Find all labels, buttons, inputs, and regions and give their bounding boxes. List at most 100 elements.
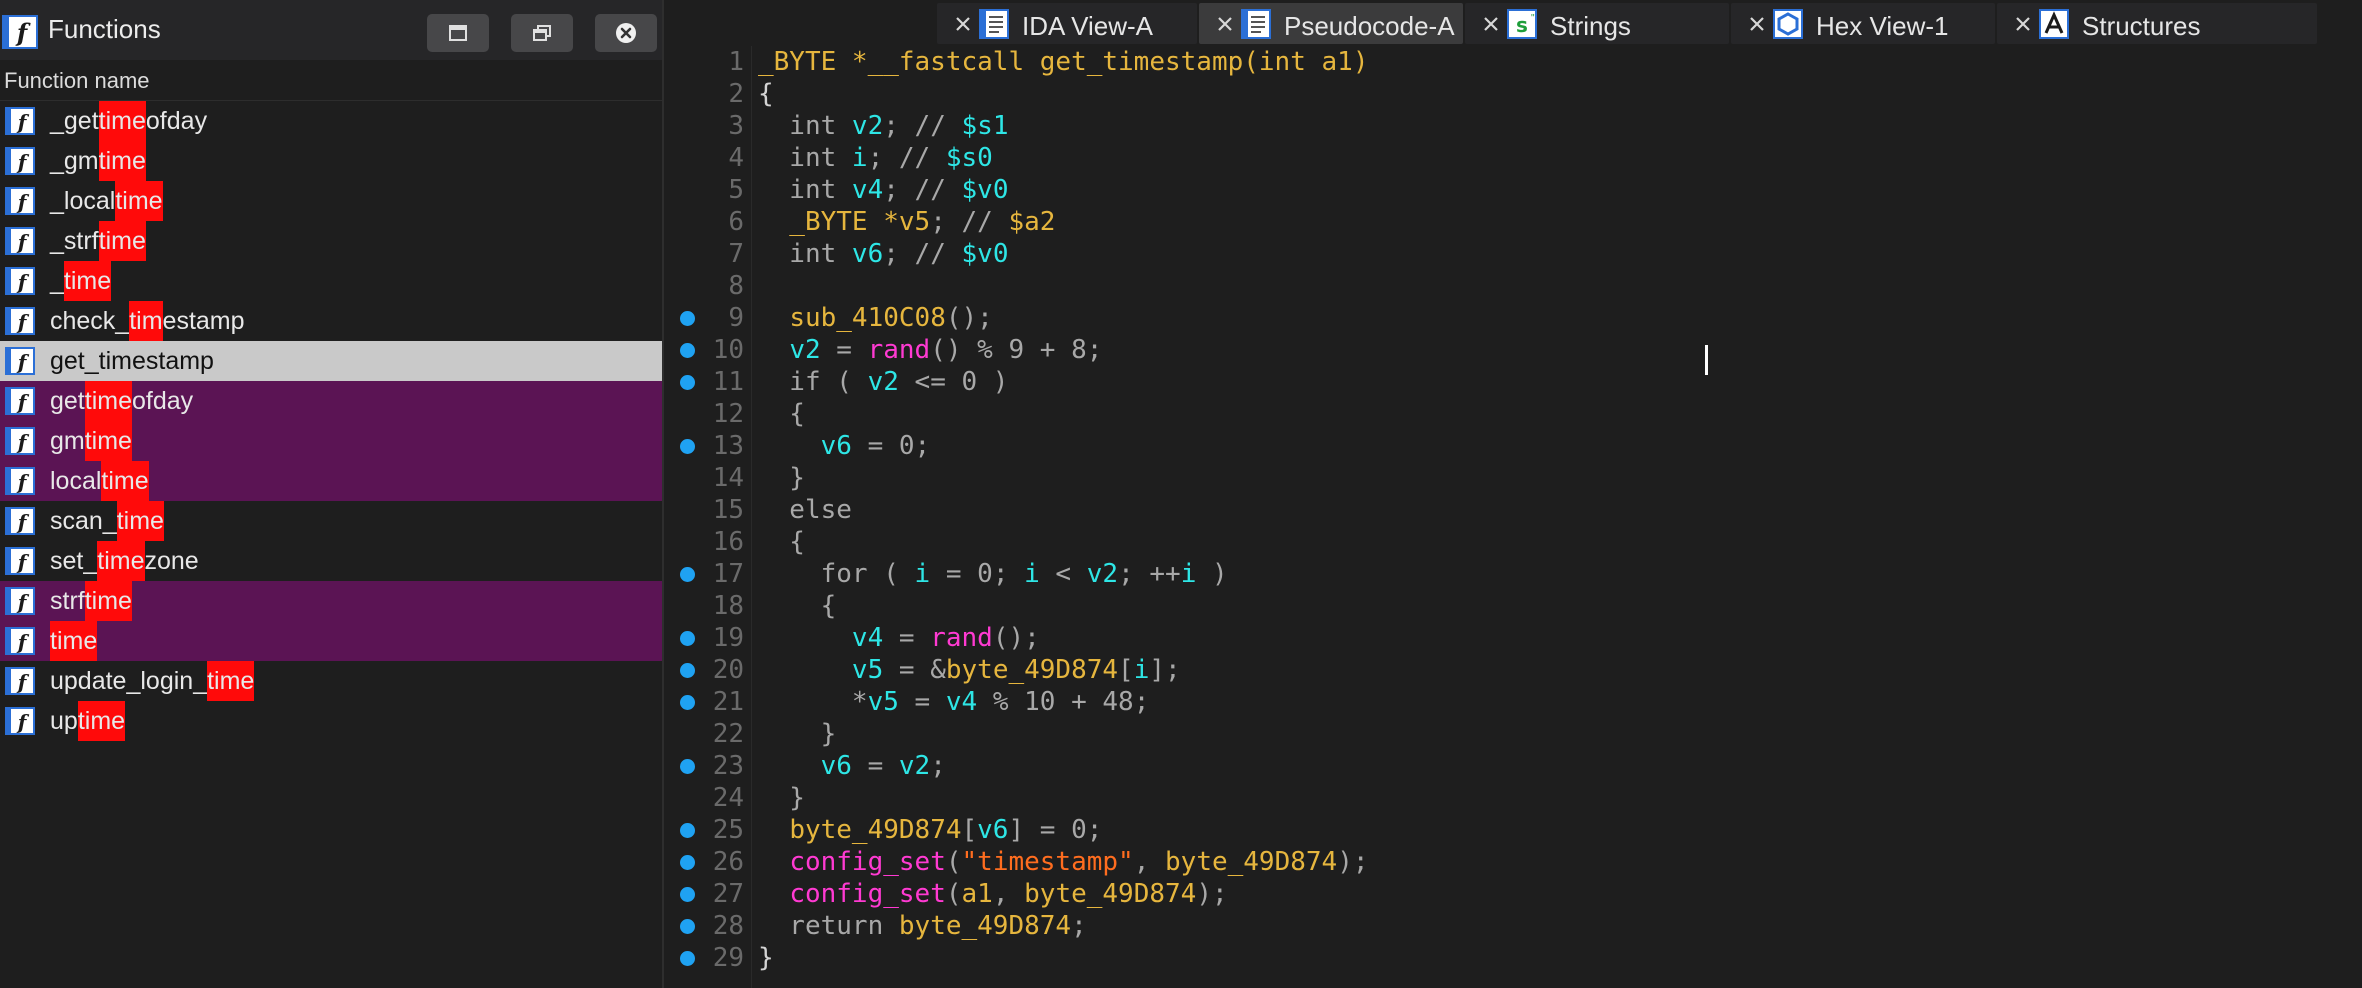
code-line[interactable]: 1 _BYTE *__fastcall get_timestamp(int a1) — [664, 46, 2362, 78]
search-match-highlight: time — [116, 501, 164, 541]
code-line[interactable]: 6 _BYTE *v5; // $a2 — [664, 206, 2362, 238]
function-row[interactable]: f time — [0, 621, 662, 661]
function-icon: f — [5, 427, 35, 460]
line-number: 18 — [712, 591, 744, 621]
code-line[interactable]: 7 int v6; // $v0 — [664, 238, 2362, 270]
column-header-function-name[interactable]: Function name — [0, 62, 662, 101]
code-line[interactable]: 5 int v4; // $v0 — [664, 174, 2362, 206]
code-line[interactable]: 16 { — [664, 526, 2362, 558]
function-row[interactable]: f gm time — [0, 421, 662, 461]
tab-structures[interactable]: Structures — [1997, 3, 2317, 44]
function-name: get_timestamp — [50, 341, 214, 381]
code-line[interactable]: 23 v6 = v2; — [664, 750, 2362, 782]
code-line[interactable]: 29} — [664, 942, 2362, 974]
code-line[interactable]: 3 int v2; // $s1 — [664, 110, 2362, 142]
code-line[interactable]: 26 config_set("timestamp", byte_49D874); — [664, 846, 2362, 878]
tab-close-button[interactable] — [2015, 16, 2031, 37]
function-icon: f — [5, 307, 35, 340]
code-line[interactable]: 17 for ( i = 0; i < v2; ++i ) — [664, 558, 2362, 590]
tab-ida-view-a[interactable]: IDA View-A — [937, 3, 1197, 44]
code-token: } — [758, 719, 837, 749]
line-number: 27 — [712, 879, 744, 909]
tab-hex-view-1[interactable]: Hex View-1 — [1731, 3, 1995, 44]
code-line[interactable]: 12 { — [664, 398, 2362, 430]
code-token: v4 — [851, 623, 884, 653]
line-number: 23 — [712, 751, 744, 781]
code-line[interactable]: 21 *v5 = v4 % 10 + 48; — [664, 686, 2362, 718]
code-line[interactable]: 4 int i; // $s0 — [664, 142, 2362, 174]
restore-icon — [533, 25, 551, 41]
maximize-button[interactable] — [427, 14, 489, 52]
pseudocode-view[interactable]: 1 _BYTE *__fastcall get_timestamp(int a1)… — [664, 46, 2362, 988]
function-row[interactable]: f _ time — [0, 261, 662, 301]
code-line[interactable]: 20 v5 = &byte_49D874[i]; — [664, 654, 2362, 686]
function-name-text: gm — [50, 427, 85, 455]
code-token: int — [758, 143, 852, 173]
code-line[interactable]: 28 return byte_49D874; — [664, 910, 2362, 942]
code-line[interactable]: 14 } — [664, 462, 2362, 494]
function-row[interactable]: f _local time — [0, 181, 662, 221]
code-token: v6 — [977, 815, 1009, 845]
code-token: ; — [1071, 911, 1087, 941]
tab-close-button[interactable] — [1217, 16, 1233, 37]
code-token: v6 — [851, 239, 884, 269]
function-row[interactable]: f strf time — [0, 581, 662, 621]
svg-text:": " — [1531, 13, 1535, 24]
close-panel-button[interactable] — [595, 14, 657, 52]
line-number: 17 — [712, 559, 744, 589]
code-line[interactable]: 25 byte_49D874[v6] = 0; — [664, 814, 2362, 846]
code-line[interactable]: 15 else — [664, 494, 2362, 526]
function-row[interactable]: f _strf time — [0, 221, 662, 261]
function-row[interactable]: f up time — [0, 701, 662, 741]
function-name-text: get_timestamp — [50, 347, 214, 375]
tab-label: Pseudocode-A — [1284, 11, 1455, 41]
code-line[interactable]: 10 v2 = rand() % 9 + 8; — [664, 334, 2362, 366]
tab-strings[interactable]: s " Strings — [1465, 3, 1729, 44]
code-token: } — [758, 943, 774, 973]
code-text: { — [758, 590, 837, 622]
function-row[interactable]: f set_ time zone — [0, 541, 662, 581]
line-number: 2 — [728, 79, 744, 109]
function-name-text: local — [50, 467, 102, 495]
tab-label: Structures — [2082, 11, 2201, 41]
function-row[interactable]: f _get time ofday — [0, 101, 662, 141]
code-line[interactable]: 19 v4 = rand(); — [664, 622, 2362, 654]
code-line[interactable]: 22 } — [664, 718, 2362, 750]
function-name-text: estamp — [162, 307, 245, 335]
line-number: 26 — [712, 847, 744, 877]
code-token: rand — [930, 623, 993, 653]
function-row[interactable]: f local time — [0, 461, 662, 501]
function-row[interactable]: f get_timestamp — [0, 341, 662, 381]
tab-close-button[interactable] — [955, 16, 971, 37]
code-line[interactable]: 9 sub_410C08(); — [664, 302, 2362, 334]
code-text: } — [758, 462, 805, 494]
function-row[interactable]: f get time ofday — [0, 381, 662, 421]
line-number: 9 — [728, 303, 744, 333]
search-match-highlight: time — [84, 381, 132, 421]
code-line[interactable]: 18 { — [664, 590, 2362, 622]
code-token: ; — [930, 751, 946, 781]
code-line[interactable]: 24 } — [664, 782, 2362, 814]
code-token: for ( — [758, 559, 915, 589]
code-line[interactable]: 11 if ( v2 <= 0 ) — [664, 366, 2362, 398]
tab-pseudocode-a[interactable]: Pseudocode-A — [1199, 3, 1463, 44]
text-cursor — [1705, 345, 1708, 375]
restore-button[interactable] — [511, 14, 573, 52]
code-line[interactable]: 27 config_set(a1, byte_49D874); — [664, 878, 2362, 910]
close-icon — [956, 17, 970, 31]
line-number: 21 — [712, 687, 744, 717]
search-match-highlight: time — [84, 421, 132, 461]
function-row[interactable]: f scan_ time — [0, 501, 662, 541]
code-line[interactable]: 2{ — [664, 78, 2362, 110]
function-row[interactable]: f _gm time — [0, 141, 662, 181]
function-row[interactable]: f update_login_ time — [0, 661, 662, 701]
function-icon: f — [5, 587, 35, 620]
line-number: 5 — [728, 175, 744, 205]
code-line[interactable]: 13 v6 = 0; — [664, 430, 2362, 462]
line-number: 28 — [712, 911, 744, 941]
code-text: int v4; // $v0 — [758, 174, 1008, 206]
tab-close-button[interactable] — [1749, 16, 1765, 37]
tab-close-button[interactable] — [1483, 16, 1499, 37]
function-row[interactable]: f check_ tim estamp — [0, 301, 662, 341]
code-line[interactable]: 8 — [664, 270, 2362, 302]
